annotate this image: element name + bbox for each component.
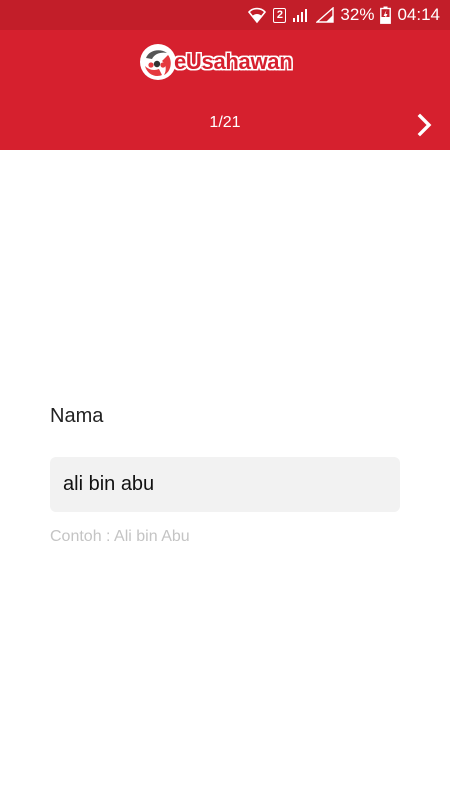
sim-2-icon: 2 xyxy=(273,7,287,23)
next-button[interactable] xyxy=(408,110,442,140)
logo-text: eUsahawan eUsahawan xyxy=(174,49,293,74)
name-input[interactable]: ali bin abu xyxy=(50,457,400,512)
name-input-value: ali bin abu xyxy=(63,473,155,495)
signal-icon xyxy=(316,7,335,23)
battery-charging-icon xyxy=(380,6,392,24)
wifi-icon xyxy=(247,6,267,24)
name-field-label: Nama xyxy=(50,405,104,427)
page-counter: 1/21 xyxy=(209,114,241,131)
app-header: eUsahawan eUsahawan 1/21 xyxy=(0,30,450,150)
name-field-hint: Contoh : Ali bin Abu xyxy=(50,528,190,545)
battery-percent: 32% xyxy=(340,5,375,24)
chevron-right-icon xyxy=(417,113,432,137)
logo-mark-icon xyxy=(140,44,176,80)
status-time: 04:14 xyxy=(397,5,440,24)
status-bar: 2 32% 04:14 xyxy=(0,0,450,30)
signal-icon xyxy=(292,7,310,23)
app-logo: eUsahawan eUsahawan xyxy=(140,44,293,80)
